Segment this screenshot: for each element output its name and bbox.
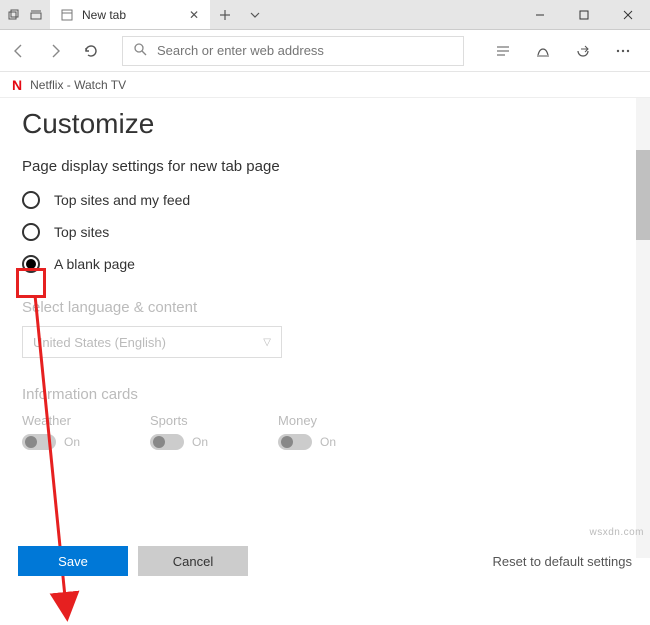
- card-header: Weather: [22, 413, 80, 428]
- radio-label: Top sites: [54, 224, 109, 240]
- information-cards-section: Information cards Weather On Sports On M…: [22, 386, 628, 450]
- toggle-money[interactable]: On: [278, 434, 336, 450]
- tab-favicon: [60, 8, 74, 22]
- page-display-radio-group: Top sites and my feed Top sites A blank …: [22, 191, 628, 273]
- bookmark-item[interactable]: Netflix - Watch TV: [30, 78, 126, 92]
- share-icon[interactable]: [572, 40, 594, 62]
- cards-row: Weather On Sports On Money On: [22, 413, 628, 450]
- close-window-button[interactable]: [606, 0, 650, 29]
- more-icon[interactable]: [612, 40, 634, 62]
- tab-strip: New tab ✕: [50, 0, 518, 29]
- radio-label: A blank page: [54, 256, 135, 272]
- language-section-title: Select language & content: [22, 299, 628, 316]
- save-button[interactable]: Save: [18, 546, 128, 576]
- page-title: Customize: [22, 108, 628, 140]
- section-label: Page display settings for new tab page: [22, 158, 628, 175]
- forward-button[interactable]: [44, 40, 66, 62]
- toggle-label: On: [320, 435, 336, 449]
- navigation-bar: [0, 30, 650, 72]
- annotation-highlight-box: [16, 268, 46, 298]
- card-header: Sports: [150, 413, 208, 428]
- card-weather: Weather On: [22, 413, 80, 450]
- toggle-label: On: [64, 435, 80, 449]
- tab-close-icon[interactable]: ✕: [188, 9, 200, 21]
- toggle-label: On: [192, 435, 208, 449]
- address-bar[interactable]: [122, 36, 464, 66]
- radio-blank-page[interactable]: A blank page: [22, 255, 628, 273]
- toggle-icon: [278, 434, 312, 450]
- radio-top-sites-feed[interactable]: Top sites and my feed: [22, 191, 628, 209]
- radio-top-sites[interactable]: Top sites: [22, 223, 628, 241]
- toggle-sports[interactable]: On: [150, 434, 208, 450]
- tab-menu-caret[interactable]: [240, 0, 270, 29]
- toggle-icon: [150, 434, 184, 450]
- tab-actions-icon-1[interactable]: [6, 7, 22, 23]
- radio-icon: [22, 191, 40, 209]
- back-button[interactable]: [8, 40, 30, 62]
- minimize-button[interactable]: [518, 0, 562, 29]
- reading-list-icon[interactable]: [492, 40, 514, 62]
- search-icon: [133, 42, 147, 59]
- tab-title: New tab: [82, 8, 126, 22]
- settings-page: Customize Page display settings for new …: [0, 98, 650, 582]
- toggle-icon: [22, 434, 56, 450]
- radio-icon: [22, 223, 40, 241]
- reset-defaults-link[interactable]: Reset to default settings: [493, 554, 632, 569]
- favorites-bar: N Netflix - Watch TV: [0, 72, 650, 98]
- chevron-down-icon: ▽: [263, 337, 271, 348]
- cancel-button[interactable]: Cancel: [138, 546, 248, 576]
- refresh-button[interactable]: [80, 40, 102, 62]
- card-sports: Sports On: [150, 413, 208, 450]
- browser-tab[interactable]: New tab ✕: [50, 0, 210, 29]
- language-section: Select language & content United States …: [22, 299, 628, 358]
- address-input[interactable]: [157, 43, 453, 58]
- toggle-weather[interactable]: On: [22, 434, 80, 450]
- netflix-favicon: N: [12, 77, 22, 93]
- window-titlebar: New tab ✕: [0, 0, 650, 30]
- maximize-button[interactable]: [562, 0, 606, 29]
- language-select[interactable]: United States (English) ▽: [22, 326, 282, 358]
- settings-footer: Save Cancel Reset to default settings: [0, 540, 650, 582]
- radio-label: Top sites and my feed: [54, 192, 190, 208]
- card-money: Money On: [278, 413, 336, 450]
- cards-section-title: Information cards: [22, 386, 628, 403]
- watermark-text: wsxdn.com: [589, 527, 644, 538]
- navbar-right-icons: [484, 40, 642, 62]
- titlebar-left-icons: [0, 0, 50, 29]
- new-tab-button[interactable]: [210, 0, 240, 29]
- tab-actions-icon-2[interactable]: [28, 7, 44, 23]
- language-selected-value: United States (English): [33, 335, 166, 350]
- card-header: Money: [278, 413, 336, 428]
- window-controls: [518, 0, 650, 29]
- notes-icon[interactable]: [532, 40, 554, 62]
